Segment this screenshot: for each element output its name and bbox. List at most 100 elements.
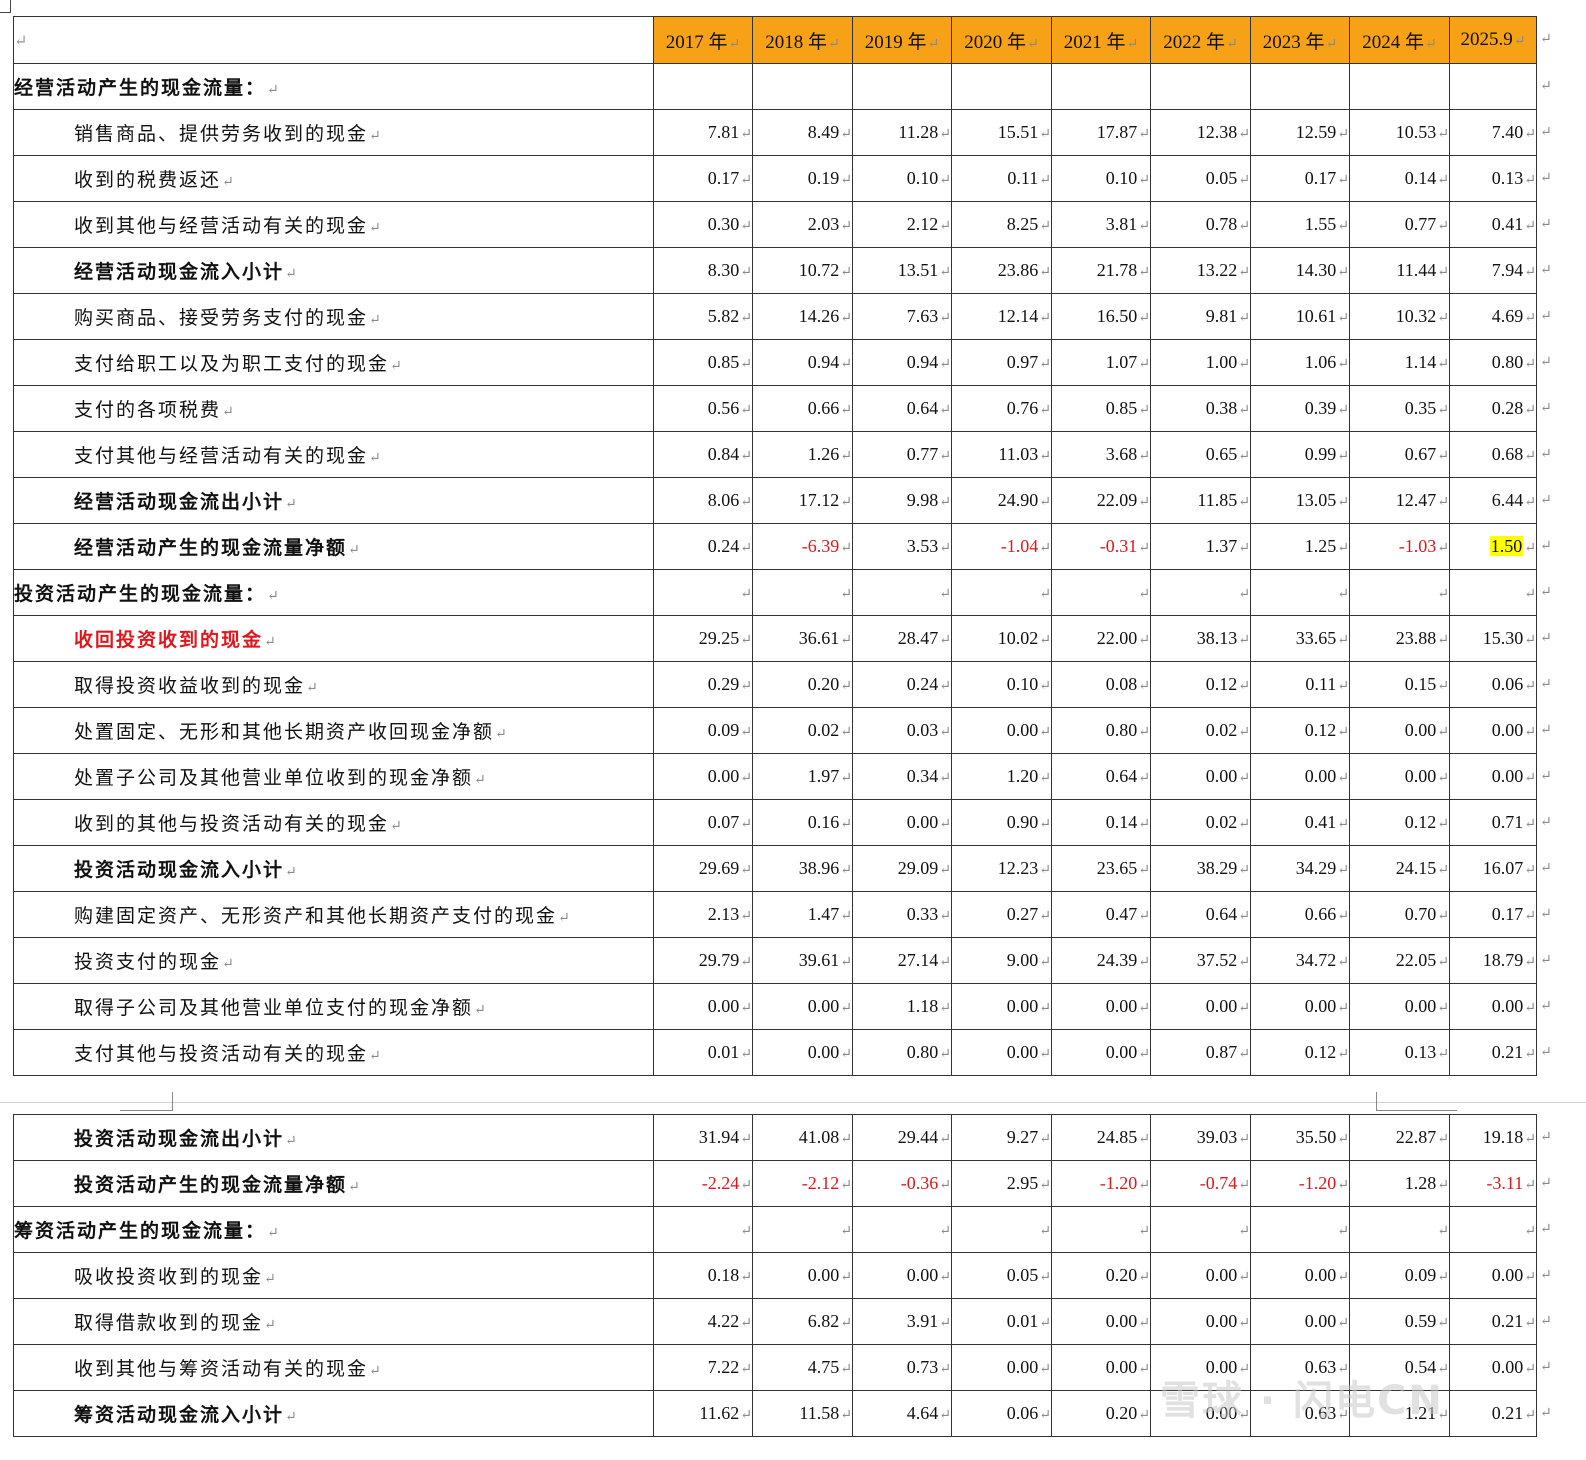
return-mark: ↵ — [1540, 1266, 1552, 1283]
cell-value: 13.05 — [1295, 490, 1337, 510]
value-cell: 2.95↵ — [951, 1160, 1052, 1207]
cell-value: 0.03 — [906, 720, 939, 740]
value-cell: 0.00↵ — [1250, 753, 1350, 800]
value-cell: 28.47↵ — [852, 615, 952, 662]
value-cell: 1.20↵ — [951, 753, 1052, 800]
cell-value: 0.07 — [707, 812, 740, 832]
value-cell: -2.12↵ — [752, 1160, 853, 1207]
value-cell: 1.47↵ — [752, 891, 853, 938]
value-cell — [752, 63, 853, 110]
cell-value: 0.01 — [707, 1042, 740, 1062]
return-mark: ↵ — [1138, 357, 1150, 372]
table-row: 收到的其他与投资活动有关的现金↵ 0.07↵ 0.16↵ 0.00↵ 0.90↵ 0.14… — [13, 799, 1537, 846]
corner-mark — [0, 0, 11, 13]
cell-value: 1.06 — [1304, 352, 1337, 372]
table-header-row: ↵ 2017 年↵ 2018 年↵ 2019 年↵ 2020 年↵ 2021 年↵ 202… — [13, 16, 1537, 64]
value-cell: 0.10↵ — [951, 661, 1052, 708]
return-mark: ↵ — [1437, 1047, 1449, 1062]
value-cell: 8.06↵ — [653, 477, 753, 524]
return-mark: ↵ — [1138, 1001, 1150, 1016]
value-cell: 0.10↵ — [1051, 155, 1151, 202]
return-mark: ↵ — [1524, 449, 1536, 464]
row-label-text: 支付其他与经营活动有关的现金 — [74, 445, 369, 467]
value-cell: 10.32↵ — [1349, 293, 1450, 340]
return-mark: ↵ — [939, 1224, 951, 1239]
row-label-text: 支付的各项税费 — [74, 399, 222, 421]
cell-value: 0.24 — [906, 674, 939, 694]
value-cell: 0.84↵ — [653, 431, 753, 478]
value-cell: 0.00↵ — [1449, 1252, 1537, 1299]
value-cell: 0.00↵ — [1150, 1298, 1251, 1345]
cell-value: -1.04 — [1000, 536, 1039, 556]
value-cell: 1.14↵ — [1349, 339, 1450, 386]
cell-value: 7.63 — [906, 306, 939, 326]
value-cell: 0.12↵ — [1250, 1029, 1350, 1076]
value-cell: 0.00↵ — [1449, 1344, 1537, 1391]
cell-value: 0.00 — [807, 1265, 840, 1285]
value-cell: 22.87↵ — [1349, 1114, 1450, 1161]
value-cell: 0.64↵ — [1051, 753, 1151, 800]
return-mark: ↵ — [1540, 583, 1552, 600]
cell-value: 24.85 — [1096, 1127, 1138, 1147]
cell-value: 0.64 — [1105, 766, 1138, 786]
return-mark: ↵ — [1337, 1001, 1349, 1016]
return-mark: ↵ — [740, 1178, 752, 1193]
return-mark: ↵ — [1524, 1001, 1536, 1016]
return-mark: ↵ — [740, 127, 752, 142]
value-cell: ↵ — [951, 569, 1052, 616]
return-mark: ↵ — [1138, 863, 1150, 878]
return-mark: ↵ — [740, 1132, 752, 1147]
return-mark: ↵ — [264, 634, 276, 650]
cell-value: 8.30 — [707, 260, 740, 280]
return-mark: ↵ — [1337, 219, 1349, 234]
return-mark: ↵ — [390, 358, 402, 374]
cell-value: 7.40 — [1491, 122, 1524, 142]
return-mark: ↵ — [1540, 997, 1552, 1014]
value-cell: 31.94↵ — [653, 1114, 753, 1161]
value-cell: 24.15↵ — [1349, 845, 1450, 892]
cell-value: 0.12 — [1304, 1042, 1337, 1062]
return-mark: ↵ — [1540, 491, 1552, 508]
value-cell: 0.24↵ — [852, 661, 952, 708]
return-mark: ↵ — [1540, 261, 1552, 278]
return-mark: ↵ — [1524, 541, 1536, 556]
return-mark: ↵ — [939, 357, 951, 372]
table-row: 处置子公司及其他营业单位收到的现金净额↵ 0.00↵ 1.97↵ 0.34↵ 1.20↵… — [13, 753, 1537, 800]
value-cell: 0.11↵ — [951, 155, 1052, 202]
return-mark: ↵ — [348, 1179, 360, 1195]
return-mark: ↵ — [1138, 633, 1150, 648]
cell-value: 0.06 — [1491, 674, 1524, 694]
return-mark: ↵ — [1138, 495, 1150, 510]
cell-value: 38.13 — [1196, 628, 1238, 648]
return-mark: ↵ — [1238, 1270, 1250, 1285]
value-cell: 5.82↵ — [653, 293, 753, 340]
return-mark: ↵ — [740, 311, 752, 326]
row-label: 经营活动现金流入小计↵ — [13, 247, 654, 294]
return-mark: ↵ — [474, 1002, 486, 1018]
value-cell: 0.08↵ — [1051, 661, 1151, 708]
cell-value: 1.55 — [1304, 214, 1337, 234]
cell-value: 15.30 — [1482, 628, 1524, 648]
return-mark: ↵ — [740, 817, 752, 832]
cell-value: 1.97 — [807, 766, 840, 786]
return-mark: ↵ — [348, 542, 360, 558]
return-mark: ↵ — [840, 1408, 852, 1423]
return-mark: ↵ — [264, 1317, 276, 1333]
return-mark: ↵ — [840, 863, 852, 878]
row-label: 购买商品、接受劳务支付的现金↵ — [13, 293, 654, 340]
return-mark: ↵ — [1524, 403, 1536, 418]
cell-value: 0.00 — [1205, 1311, 1238, 1331]
return-mark: ↵ — [1138, 817, 1150, 832]
return-mark: ↵ — [740, 955, 752, 970]
value-cell: 0.64↵ — [1150, 891, 1251, 938]
return-mark: ↵ — [840, 403, 852, 418]
return-mark: ↵ — [1039, 541, 1051, 556]
row-label: 处置固定、无形和其他长期资产收回现金净额↵ — [13, 707, 654, 754]
value-cell: 0.94↵ — [752, 339, 853, 386]
value-cell: 0.13↵ — [1449, 155, 1537, 202]
table-row: 收到其他与经营活动有关的现金↵ 0.30↵ 2.03↵ 2.12↵ 8.25↵ 3.81↵… — [13, 201, 1537, 248]
value-cell: 0.64↵ — [852, 385, 952, 432]
return-mark: ↵ — [1138, 1270, 1150, 1285]
value-cell: 23.65↵ — [1051, 845, 1151, 892]
value-cell: 13.22↵ — [1150, 247, 1251, 294]
